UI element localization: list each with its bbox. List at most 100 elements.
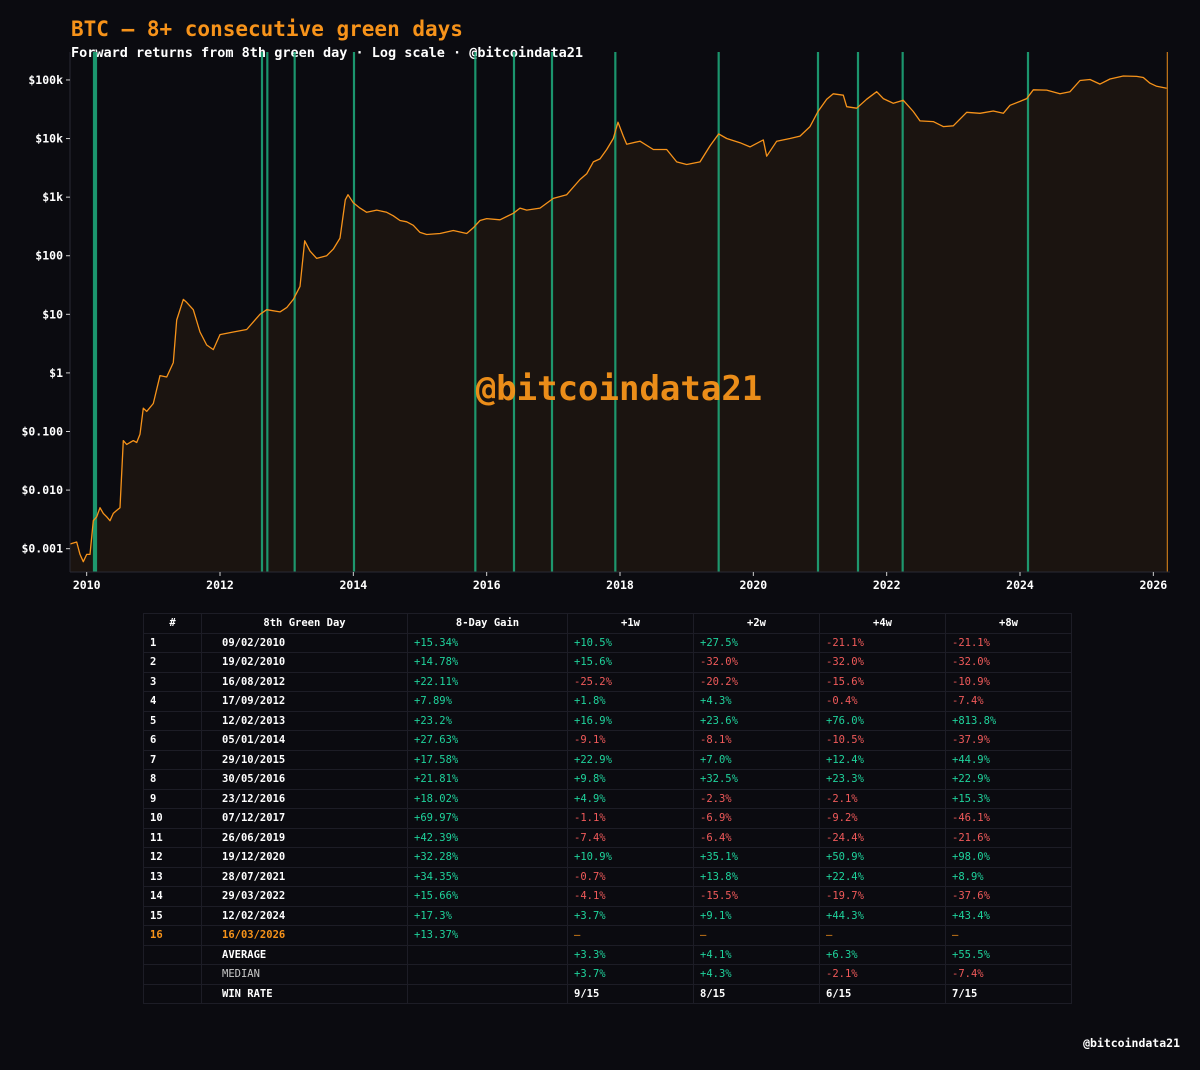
row-index: 6 <box>143 730 202 751</box>
y-tick-label: $1k <box>42 190 63 204</box>
y-tick-label: $0.010 <box>21 483 63 497</box>
row-gain: +23.2% <box>407 710 568 731</box>
row-return-w4: -19.7% <box>819 886 946 907</box>
y-tick-label: $1 <box>49 366 63 380</box>
summary-row: WIN RATE 9/15 8/15 6/15 7/15 <box>143 983 1072 1004</box>
row-return-w4: -9.2% <box>819 808 946 829</box>
row-date: 28/07/2021 <box>201 866 408 887</box>
row-return-w4: +12.4% <box>819 749 946 770</box>
row-return-w4: -21.1% <box>819 632 946 653</box>
row-return-w4: -32.0% <box>819 652 946 673</box>
x-tick-label: 2016 <box>473 578 501 592</box>
row-return-w1: +3.7% <box>567 905 694 926</box>
row-return-w2: +9.1% <box>693 905 820 926</box>
row-index: 13 <box>143 866 202 887</box>
row-index: 1 <box>143 632 202 653</box>
row-index: 14 <box>143 886 202 907</box>
row-date: 19/02/2010 <box>201 652 408 673</box>
table-row: 2 19/02/2010 +14.78% +15.6% -32.0% -32.0% -32.… <box>143 652 1072 673</box>
row-return-w1: -9.1% <box>567 730 694 751</box>
summary-value-w2: 8/15 <box>693 983 820 1004</box>
row-gain: +21.81% <box>407 769 568 790</box>
column-header: +8w <box>945 613 1072 634</box>
table-row: 5 12/02/2013 +23.2% +16.9% +23.6% +76.0% +813.… <box>143 710 1072 731</box>
row-index: 16 <box>143 925 202 946</box>
row-return-w2: -6.4% <box>693 827 820 848</box>
row-return-w4: -15.6% <box>819 671 946 692</box>
column-header: +2w <box>693 613 820 634</box>
row-return-w1: — <box>567 925 694 946</box>
y-tick-label: $100 <box>35 249 63 263</box>
x-tick-label: 2018 <box>606 578 634 592</box>
row-return-w8: -46.1% <box>945 808 1072 829</box>
summary-value-w4: -2.1% <box>819 964 946 985</box>
row-return-w8: -7.4% <box>945 691 1072 712</box>
column-header: +4w <box>819 613 946 634</box>
row-return-w4: -0.4% <box>819 691 946 712</box>
row-return-w1: +16.9% <box>567 710 694 731</box>
row-return-w2: -20.2% <box>693 671 820 692</box>
row-gain: +34.35% <box>407 866 568 887</box>
row-index: 5 <box>143 710 202 731</box>
row-return-w2: +7.0% <box>693 749 820 770</box>
summary-spacer <box>143 964 202 985</box>
table-row: 3 16/08/2012 +22.11% -25.2% -20.2% -15.6% -10.… <box>143 671 1072 692</box>
summary-label: AVERAGE <box>201 944 408 965</box>
summary-spacer <box>407 983 568 1004</box>
table-header-row: # 8th Green Day 8-Day Gain +1w +2w +4w +… <box>143 613 1072 634</box>
row-index: 7 <box>143 749 202 770</box>
x-tick-label: 2014 <box>339 578 367 592</box>
row-return-w1: -0.7% <box>567 866 694 887</box>
returns-table: # 8th Green Day 8-Day Gain +1w +2w +4w +… <box>143 613 1072 1004</box>
summary-spacer <box>143 944 202 965</box>
row-date: 19/12/2020 <box>201 847 408 868</box>
row-date: 29/03/2022 <box>201 886 408 907</box>
row-gain: +69.97% <box>407 808 568 829</box>
row-return-w2: +13.8% <box>693 866 820 887</box>
table-row: 7 29/10/2015 +17.58% +22.9% +7.0% +12.4% +44.9… <box>143 749 1072 770</box>
row-gain: +27.63% <box>407 730 568 751</box>
y-tick-label: $0.001 <box>21 542 63 556</box>
summary-spacer <box>407 964 568 985</box>
row-date: 16/08/2012 <box>201 671 408 692</box>
row-return-w4: -10.5% <box>819 730 946 751</box>
row-return-w8: +98.0% <box>945 847 1072 868</box>
summary-value-w1: +3.3% <box>567 944 694 965</box>
row-return-w1: -4.1% <box>567 886 694 907</box>
row-return-w8: +813.8% <box>945 710 1072 731</box>
x-tick-label: 2010 <box>73 578 101 592</box>
row-return-w1: +9.8% <box>567 769 694 790</box>
table-row: 13 28/07/2021 +34.35% -0.7% +13.8% +22.4% +8.9… <box>143 866 1072 887</box>
column-header: # <box>143 613 202 634</box>
row-index: 9 <box>143 788 202 809</box>
row-date: 07/12/2017 <box>201 808 408 829</box>
row-gain: +32.28% <box>407 847 568 868</box>
row-return-w1: -7.4% <box>567 827 694 848</box>
row-return-w1: +10.9% <box>567 847 694 868</box>
row-index: 3 <box>143 671 202 692</box>
row-return-w1: -25.2% <box>567 671 694 692</box>
summary-value-w8: -7.4% <box>945 964 1072 985</box>
row-return-w8: +8.9% <box>945 866 1072 887</box>
table-row: 14 29/03/2022 +15.66% -4.1% -15.5% -19.7% -37.… <box>143 886 1072 907</box>
row-index: 15 <box>143 905 202 926</box>
row-return-w2: -15.5% <box>693 886 820 907</box>
row-return-w4: +23.3% <box>819 769 946 790</box>
row-return-w8: -21.1% <box>945 632 1072 653</box>
row-gain: +18.02% <box>407 788 568 809</box>
y-tick-label: $0.100 <box>21 425 63 439</box>
row-date: 12/02/2013 <box>201 710 408 731</box>
summary-value-w4: +6.3% <box>819 944 946 965</box>
row-index: 2 <box>143 652 202 673</box>
summary-value-w4: 6/15 <box>819 983 946 1004</box>
table-row: 9 23/12/2016 +18.02% +4.9% -2.3% -2.1% +15.3% <box>143 788 1072 809</box>
row-return-w4: — <box>819 925 946 946</box>
row-return-w2: -8.1% <box>693 730 820 751</box>
row-return-w4: +76.0% <box>819 710 946 731</box>
column-header: 8th Green Day <box>201 613 408 634</box>
table-row: 1 09/02/2010 +15.34% +10.5% +27.5% -21.1% -21.… <box>143 632 1072 653</box>
row-return-w2: +4.3% <box>693 691 820 712</box>
row-return-w1: +4.9% <box>567 788 694 809</box>
row-return-w2: +23.6% <box>693 710 820 731</box>
price-chart: $0.001$0.010$0.100$1$10$100$1k$10k$100k … <box>21 52 1170 592</box>
